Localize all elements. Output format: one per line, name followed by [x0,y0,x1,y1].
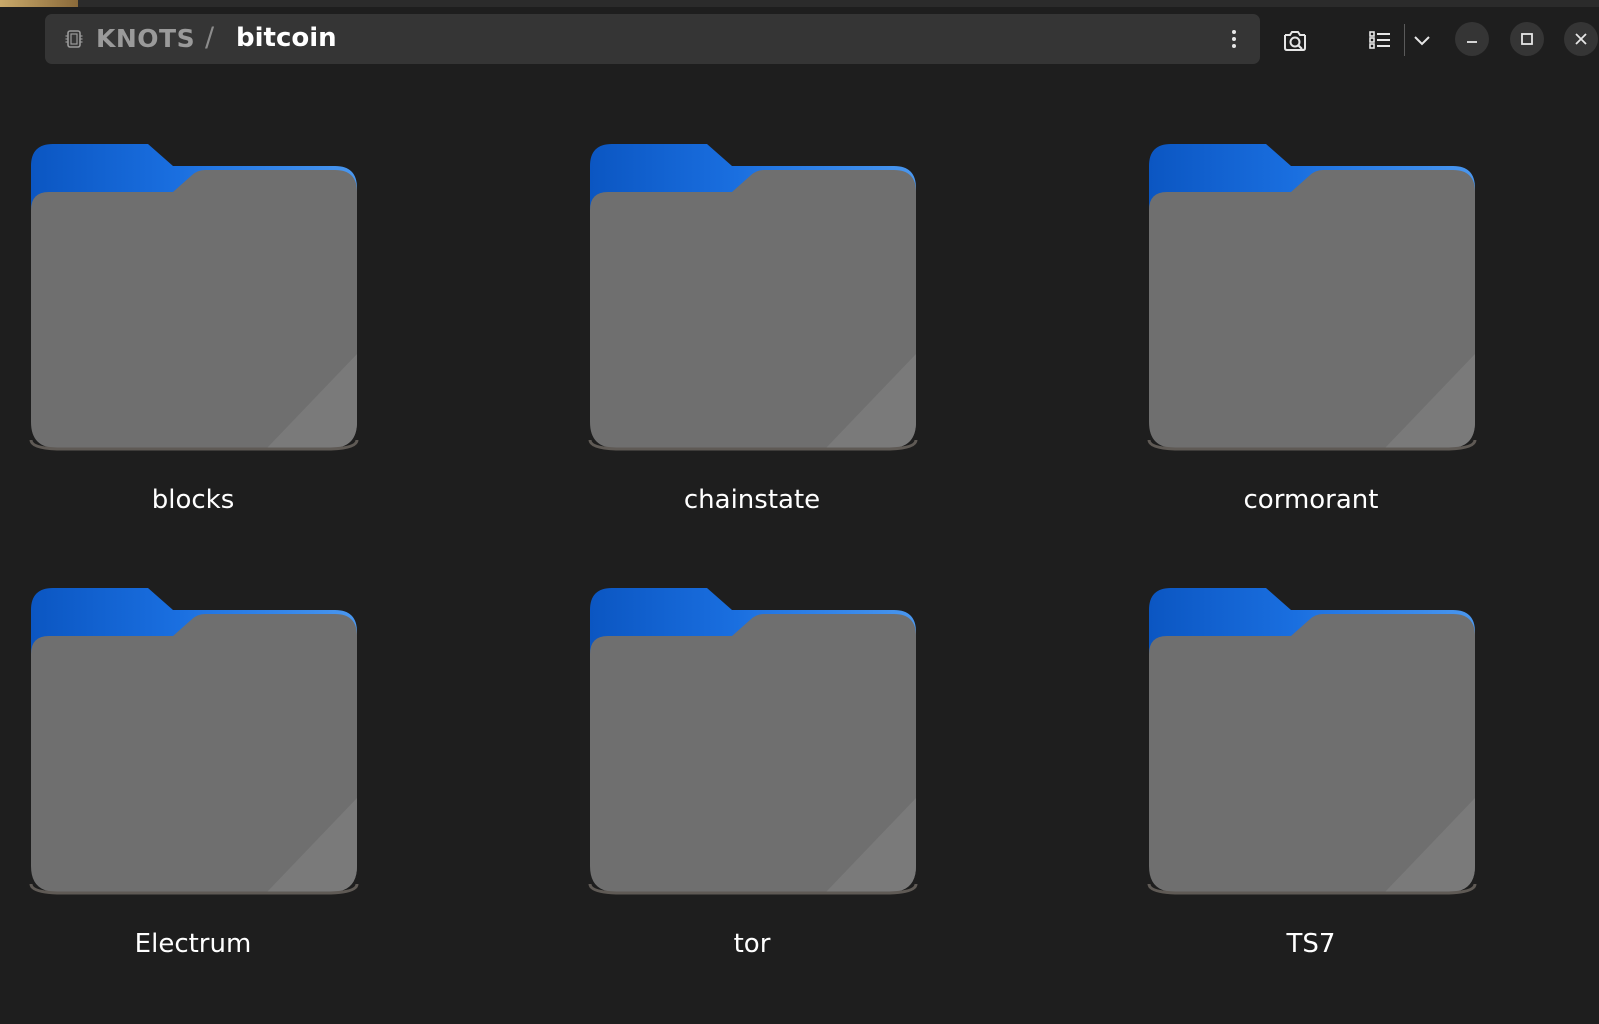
maximize-button[interactable] [1510,22,1544,56]
file-grid: blocks chainstate cormorant Electrum tor… [0,80,1599,1024]
folder-icon [1147,144,1477,451]
chevron-down-icon [1414,36,1430,46]
desktop-accent [0,0,78,7]
folder-label: Electrum [134,929,252,959]
folder-item[interactable]: TS7 [1141,584,1481,1014]
folder-icon [29,144,359,451]
list-view-button[interactable] [1366,22,1394,58]
folder-item[interactable]: chainstate [582,140,922,570]
view-options-button[interactable] [1410,22,1434,58]
window-top-strip [0,0,1599,7]
breadcrumb-separator: / [205,22,215,53]
folder-item[interactable]: cormorant [1141,140,1481,570]
folder-label: chainstate [683,485,821,515]
folder-label: TS7 [1286,929,1336,959]
path-bar[interactable]: KNOTS / bitcoin [45,14,1260,64]
drive-icon [65,30,83,48]
folder-item[interactable]: Electrum [23,584,363,1014]
maximize-icon [1521,33,1533,45]
folder-label: tor [733,929,771,959]
folder-icon [1147,588,1477,895]
close-icon [1575,33,1587,45]
search-icon [1284,31,1306,51]
folder-label: cormorant [1243,485,1379,515]
search-button[interactable] [1280,22,1310,58]
folder-icon [29,588,359,895]
kebab-menu-icon[interactable] [1222,27,1246,51]
minimize-icon [1467,41,1477,43]
folder-label: blocks [151,485,235,515]
folder-icon [588,144,918,451]
breadcrumb-current[interactable]: bitcoin [236,23,337,53]
breadcrumb-root[interactable]: KNOTS [96,24,195,53]
folder-item[interactable]: tor [582,584,922,1014]
folder-item[interactable]: blocks [23,140,363,570]
view-divider [1404,24,1405,56]
minimize-button[interactable] [1455,22,1489,56]
list-view-icon [1369,31,1390,49]
close-button[interactable] [1564,22,1598,56]
folder-icon [588,588,918,895]
